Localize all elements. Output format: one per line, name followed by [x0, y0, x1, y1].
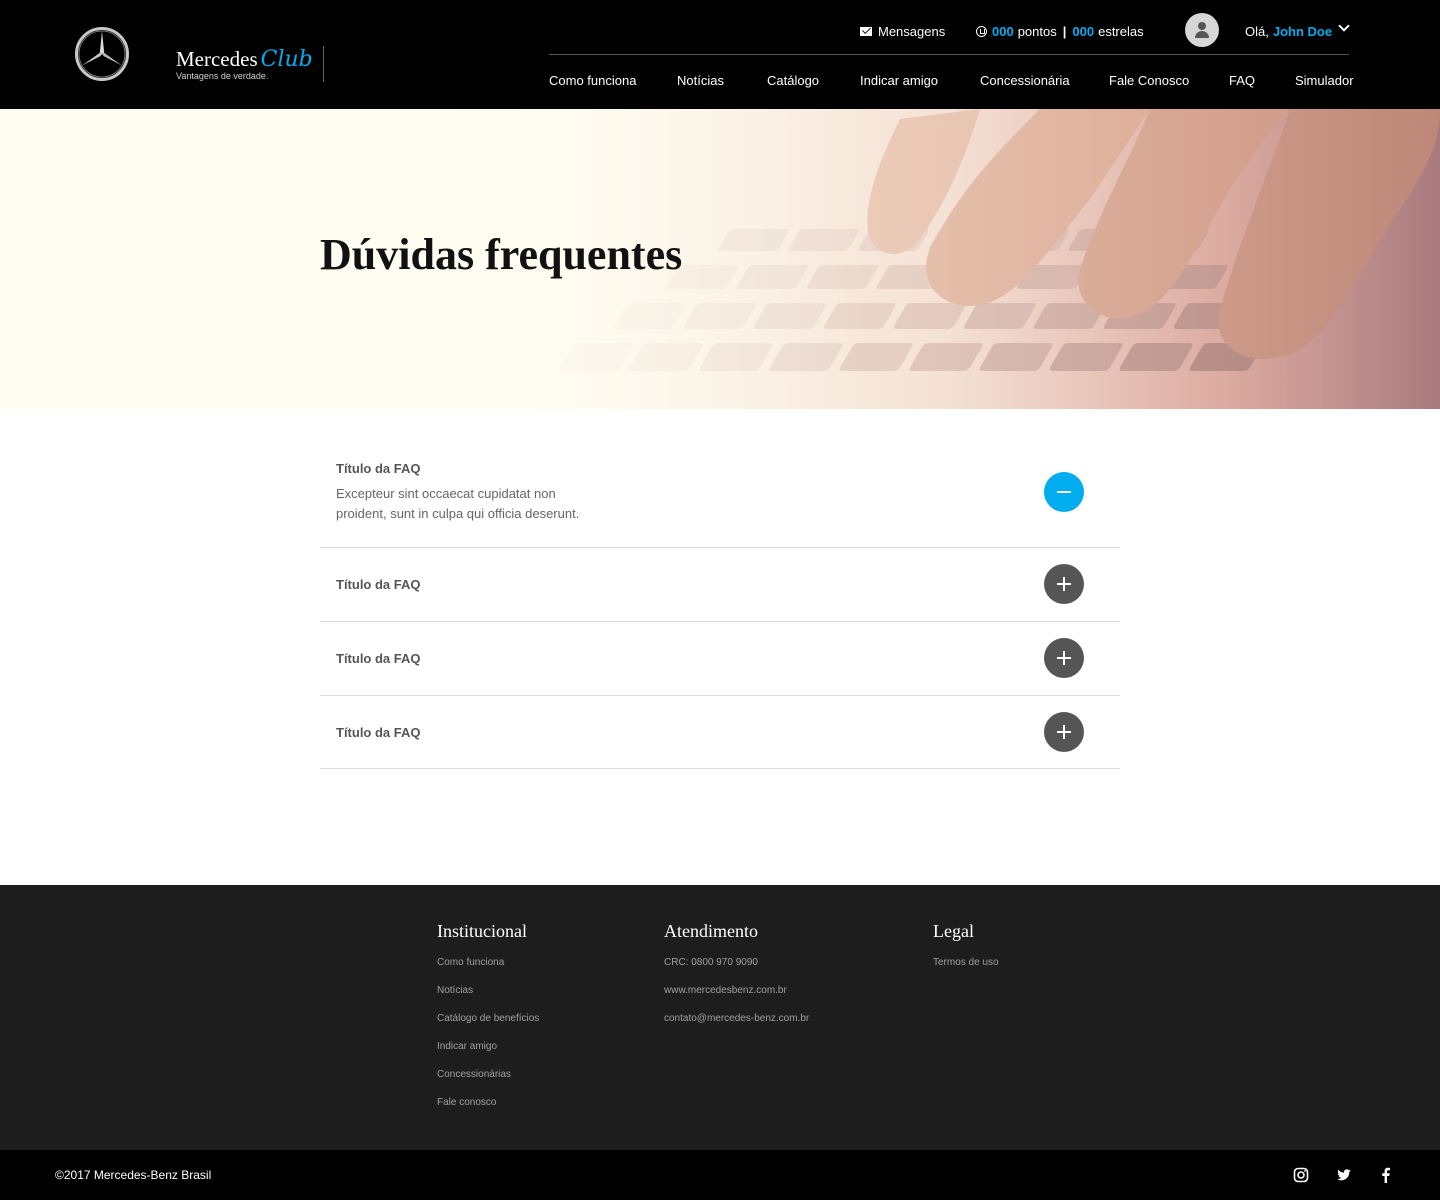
site-footer: Institucional Como funciona Notícias Cat… — [0, 885, 1440, 1150]
nav-item-indicar-amigo[interactable]: Indicar amigo — [860, 72, 938, 90]
stars-label: estrelas — [1098, 23, 1144, 39]
envelope-icon — [860, 26, 872, 36]
faq-item[interactable]: Título da FAQ — [320, 548, 1120, 622]
nav-item-catalogo[interactable]: Catálogo — [767, 72, 819, 90]
bottom-bar: ©2017 Mercedes-Benz Brasil — [0, 1150, 1440, 1200]
brand-club: Club — [260, 47, 313, 72]
faq-item-answer: Excepteur sint occaecat cupidatat non pr… — [336, 486, 580, 521]
faq-item[interactable]: Título da FAQ Excepteur sint occaecat cu… — [320, 437, 1120, 548]
footer-heading-atendimento: Atendimento — [664, 921, 758, 941]
footer-link-catalogo[interactable]: Catálogo de benefícios — [437, 1013, 539, 1024]
points-summary: 000 pontos | 000 estrelas — [976, 22, 1144, 40]
footer-heading-legal: Legal — [933, 921, 974, 941]
footer-link-fale-conosco[interactable]: Fale conosco — [437, 1097, 496, 1108]
footer-crc-phone: CRC: 0800 970 9090 — [664, 957, 758, 968]
instagram-icon[interactable] — [1293, 1167, 1309, 1183]
faq-item[interactable]: Título da FAQ — [320, 696, 1120, 769]
greeting-label: Olá, — [1245, 23, 1269, 39]
faq-item-title[interactable]: Título da FAQ — [336, 651, 421, 666]
header-divider — [549, 54, 1349, 55]
hero-keyboard-image — [0, 109, 1440, 409]
site-header: Mercedes Club Vantagens de verdade. Mensa… — [0, 0, 1440, 109]
user-greeting[interactable]: Olá, John Doe — [1245, 22, 1332, 40]
hero-banner: Dúvidas frequentes — [0, 109, 1440, 409]
faq-item[interactable]: Título da FAQ — [320, 622, 1120, 696]
footer-link-termos[interactable]: Termos de uso — [933, 957, 999, 968]
footer-link-indicar-amigo[interactable]: Indicar amigo — [437, 1041, 497, 1052]
messages-label: Mensagens — [878, 23, 946, 39]
brand-logo[interactable]: Mercedes Club Vantagens de verdade. — [176, 46, 313, 81]
footer-link-email[interactable]: contato@mercedes-benz.com.br — [664, 1013, 809, 1024]
footer-heading-institucional: Institucional — [437, 921, 527, 941]
copyright-text: ©2017 Mercedes-Benz Brasil — [55, 1168, 212, 1182]
nav-item-simulador[interactable]: Simulador — [1295, 72, 1354, 90]
faq-item-title[interactable]: Título da FAQ — [336, 577, 421, 592]
points-icon — [976, 25, 987, 37]
footer-link-website[interactable]: www.mercedesbenz.com.br — [664, 985, 787, 996]
minus-icon[interactable] — [1044, 472, 1084, 512]
faq-item-title[interactable]: Título da FAQ — [336, 725, 421, 740]
twitter-icon[interactable] — [1336, 1167, 1352, 1183]
points-label: pontos — [1017, 23, 1057, 39]
page-title: Dúvidas frequentes — [320, 230, 683, 279]
nav-item-noticias[interactable]: Notícias — [677, 72, 724, 90]
user-name: John Doe — [1272, 23, 1333, 39]
footer-link-noticias[interactable]: Notícias — [437, 985, 473, 996]
stars-value: 000 — [1072, 23, 1095, 39]
nav-item-como-funciona[interactable]: Como funciona — [549, 72, 636, 90]
brand-divider — [323, 46, 324, 82]
points-value: 000 — [992, 23, 1014, 39]
plus-icon[interactable] — [1044, 638, 1084, 678]
facebook-icon[interactable] — [1378, 1167, 1394, 1183]
faq-item-title[interactable]: Título da FAQ — [336, 461, 421, 476]
mercedes-star-icon[interactable] — [74, 26, 130, 82]
points-separator: | — [1062, 23, 1067, 39]
messages-link[interactable]: Mensagens — [860, 22, 945, 40]
plus-icon[interactable] — [1044, 712, 1084, 752]
nav-item-fale-conosco[interactable]: Fale Conosco — [1109, 72, 1189, 90]
plus-icon[interactable] — [1044, 564, 1084, 604]
user-icon[interactable] — [1185, 13, 1219, 47]
footer-link-como-funciona[interactable]: Como funciona — [437, 957, 504, 968]
brand-name: Mercedes Club — [176, 47, 313, 72]
nav-item-faq[interactable]: FAQ — [1229, 72, 1255, 90]
footer-link-concessionarias[interactable]: Concessionárias — [437, 1069, 511, 1080]
chevron-down-icon[interactable] — [1338, 20, 1350, 32]
nav-item-concessionaria[interactable]: Concessionária — [980, 72, 1070, 90]
